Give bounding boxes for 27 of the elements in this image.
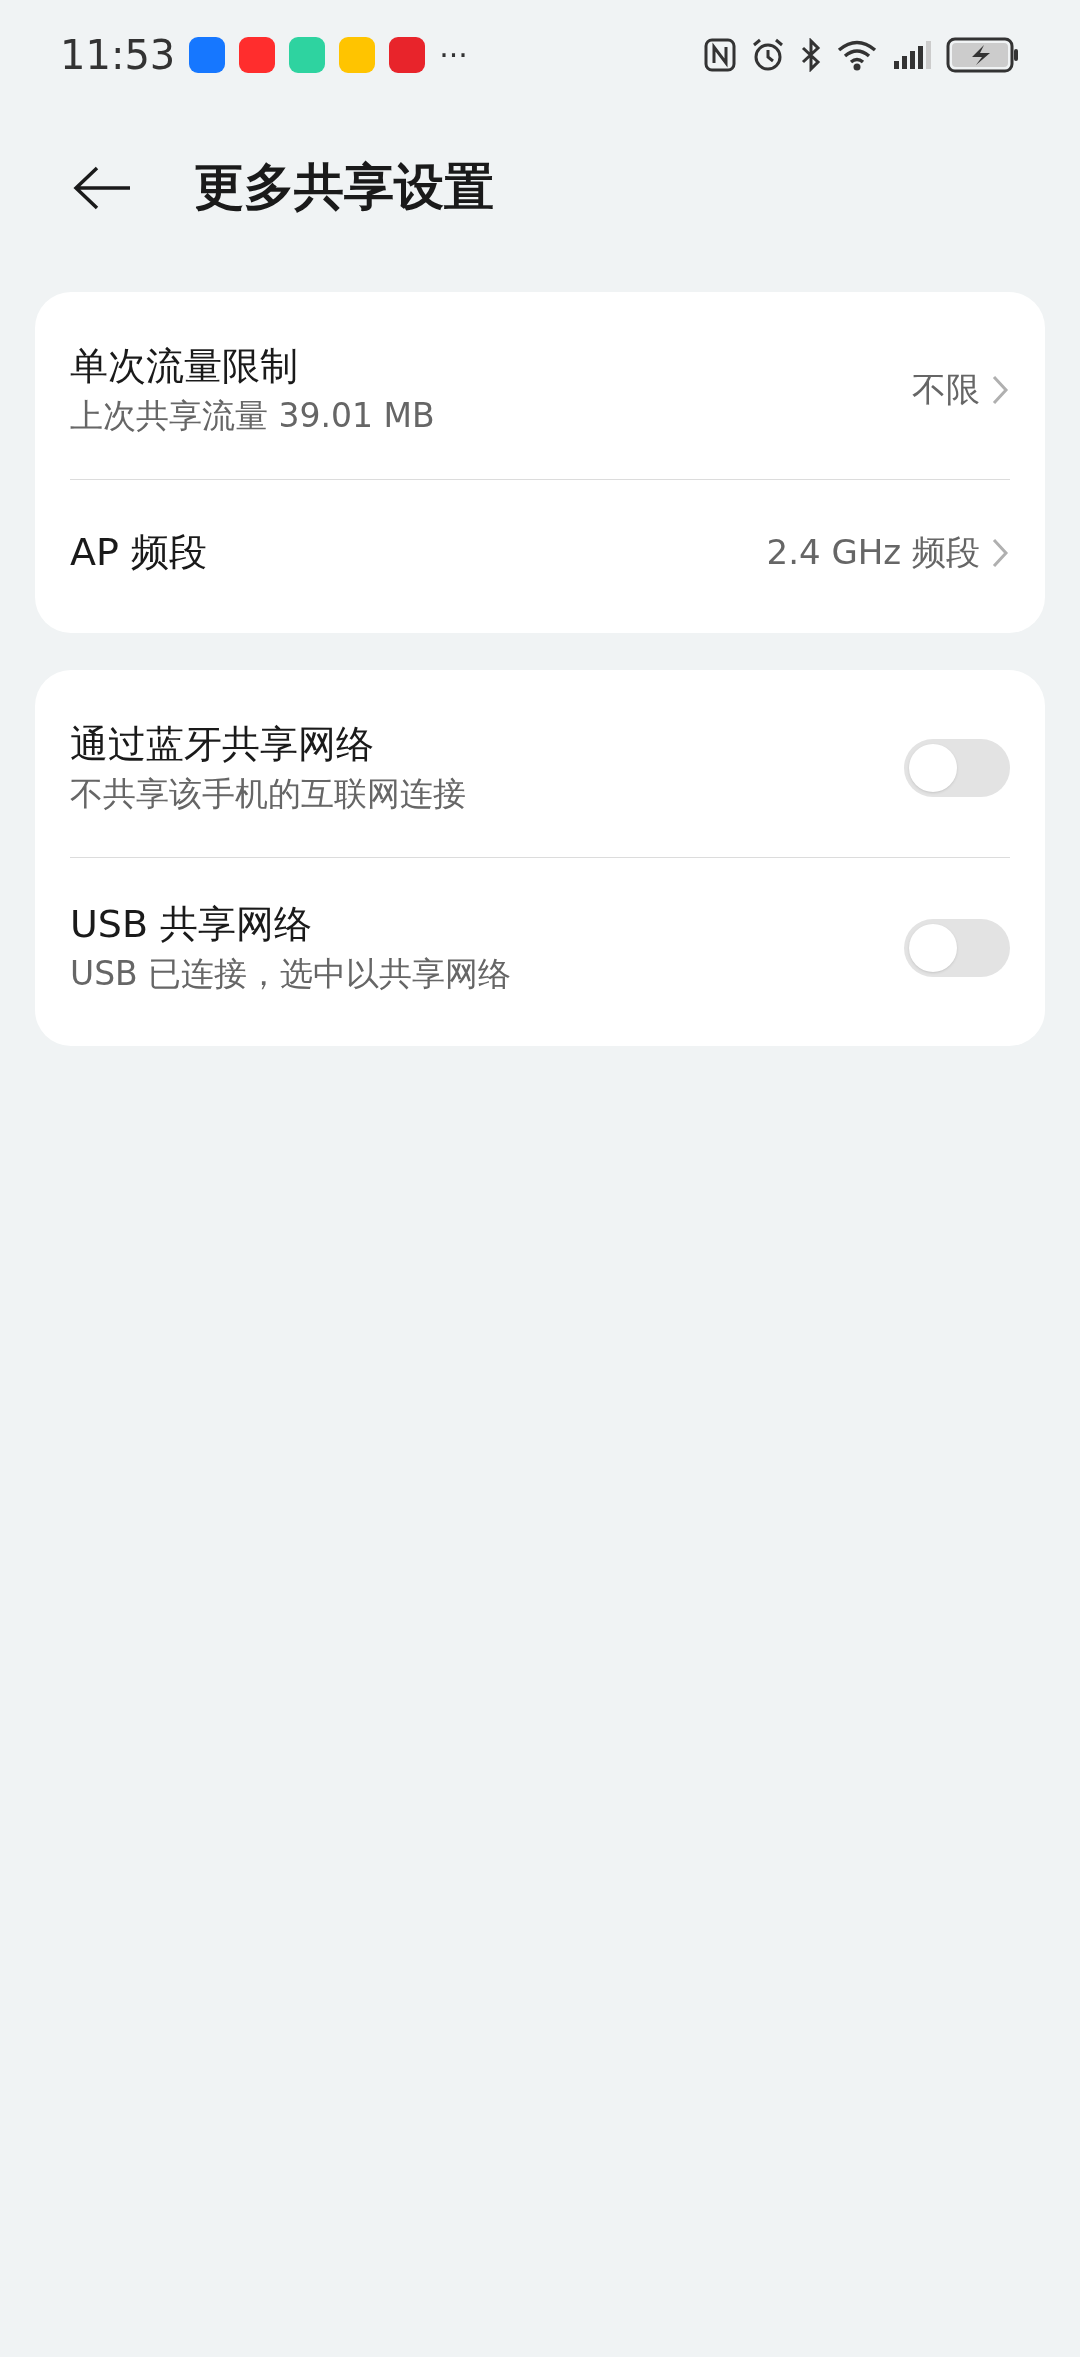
setting-title: USB 共享网络	[70, 902, 314, 948]
setting-row[interactable]: 通过蓝牙共享网络 不共享该手机的互联网连接	[35, 678, 1045, 858]
signal-icon	[892, 39, 932, 71]
wifi-icon	[836, 38, 878, 72]
setting-row[interactable]: 单次流量限制 上次共享流量 39.01 MB 不限	[35, 300, 1045, 480]
status-time: 11:53	[60, 31, 176, 80]
setting-title: AP 频段	[70, 529, 208, 576]
setting-title: 单次流量限制	[70, 343, 299, 390]
alarm-icon	[750, 37, 786, 73]
setting-subtitle: 上次共享流量 39.01 MB	[70, 395, 436, 436]
setting-subtitle: 不共享该手机的互联网连接	[70, 773, 467, 814]
bluetooth-icon	[800, 38, 822, 72]
setting-title: 通过蓝牙共享网络	[70, 721, 375, 768]
app-icon	[339, 37, 376, 73]
setting-row[interactable]: AP 频段 2.4 GHz 频段	[35, 480, 1045, 625]
back-arrow-icon	[72, 164, 132, 211]
battery-charging-icon	[946, 37, 1020, 73]
page-title: 更多共享设置	[194, 157, 494, 218]
more-notifications: ···	[439, 36, 468, 75]
setting-value: 不限	[912, 368, 980, 411]
nfc-icon	[704, 38, 736, 72]
app-icon	[389, 37, 426, 73]
setting-value: 2.4 GHz 频段	[766, 531, 980, 574]
setting-subtitle: USB 已连接，选中以共享网络	[70, 954, 513, 994]
app-icon	[289, 37, 326, 73]
setting-row[interactable]: USB 共享网络 USB 已连接，选中以共享网络	[35, 858, 1045, 1038]
app-icon	[239, 37, 276, 73]
